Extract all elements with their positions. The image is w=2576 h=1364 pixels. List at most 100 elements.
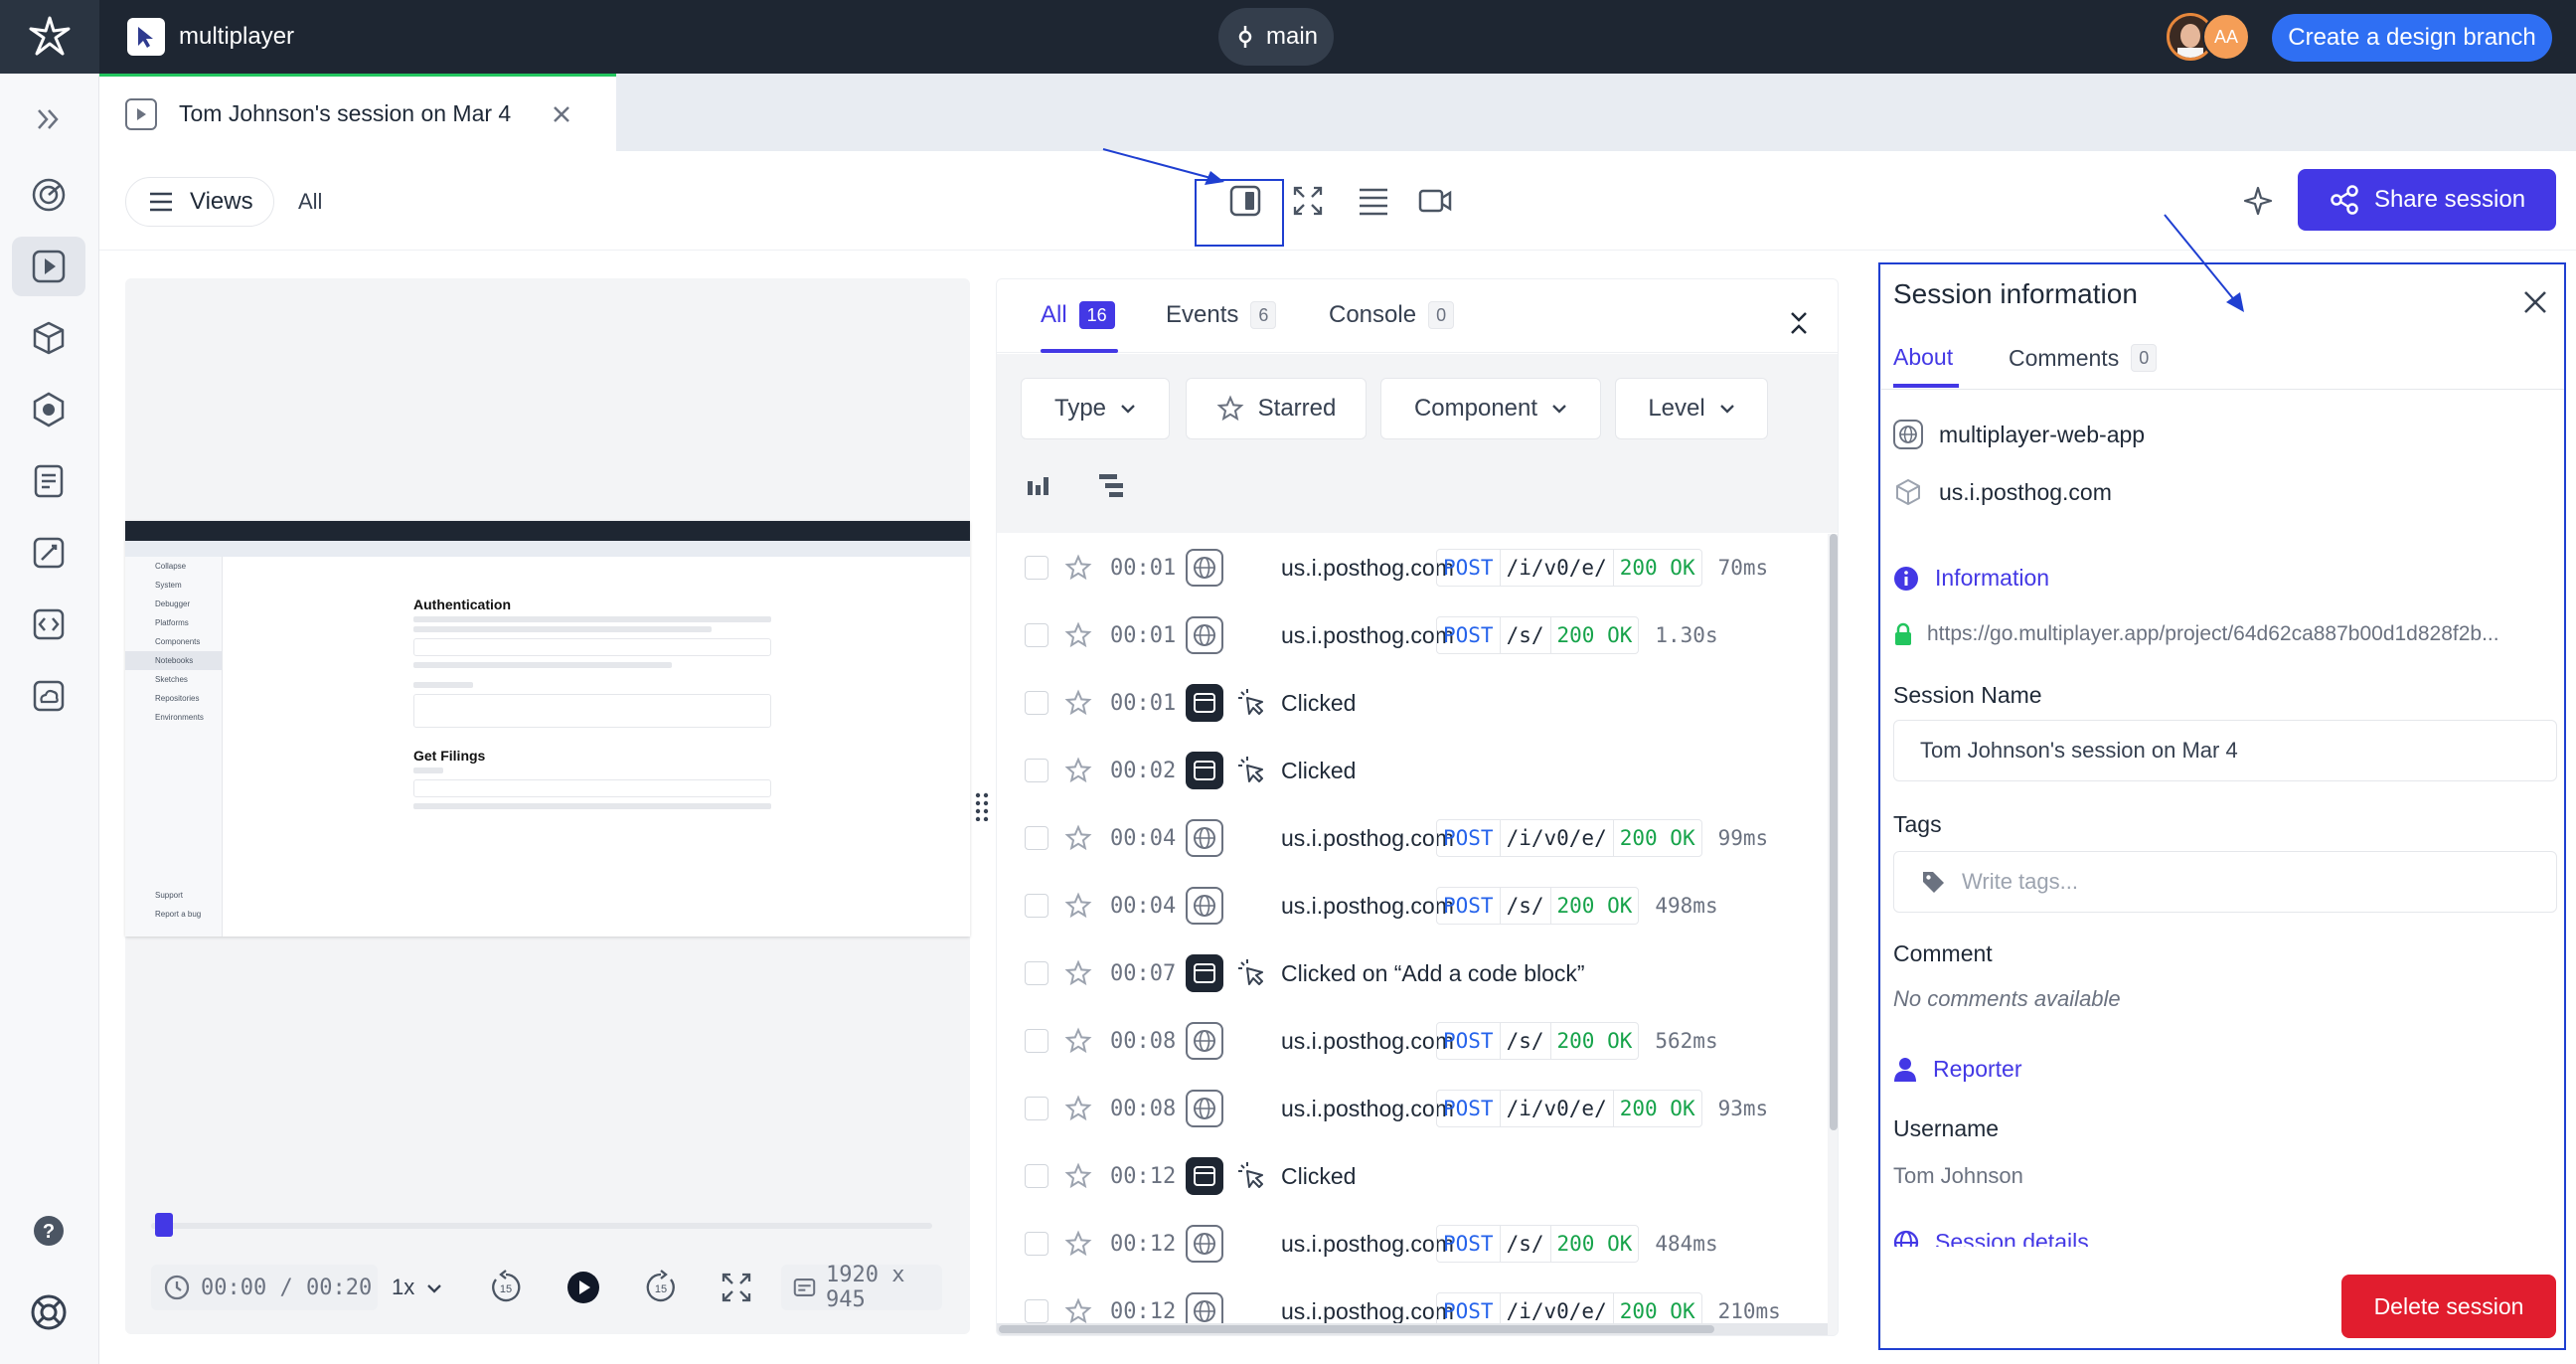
notebook-icon[interactable]	[12, 451, 85, 511]
list-layout-icon[interactable]	[1354, 181, 1393, 221]
tab-all[interactable]: All 16	[1041, 301, 1115, 329]
events-horizontal-scrollbar-thumb[interactable]	[999, 1325, 1714, 1333]
share-session-button[interactable]: Share session	[2298, 169, 2556, 231]
network-event-row[interactable]: 00:08 us.i.posthog.com POST/i/v0/e/200 OK 9…	[997, 1075, 1828, 1142]
event-time: 00:12	[1110, 1163, 1177, 1189]
cube-icon[interactable]	[12, 308, 85, 368]
fullscreen-icon[interactable]	[714, 1265, 759, 1310]
row-checkbox[interactable]	[1025, 691, 1048, 715]
row-checkbox[interactable]	[1025, 961, 1048, 985]
star-icon[interactable]	[1062, 1093, 1094, 1124]
branch-selector[interactable]: main	[1218, 8, 1334, 66]
network-event-row[interactable]: 00:08 us.i.posthog.com POST/s/200 OK 562ms	[997, 1007, 1828, 1075]
row-checkbox[interactable]	[1025, 826, 1048, 850]
scrubber-handle[interactable]	[155, 1213, 173, 1237]
row-checkbox[interactable]	[1025, 1299, 1048, 1323]
session-play-icon[interactable]	[12, 237, 85, 296]
event-time: 00:01	[1110, 690, 1177, 716]
help-icon[interactable]: ?	[12, 1201, 85, 1261]
star-icon[interactable]	[1062, 1160, 1094, 1192]
row-checkbox[interactable]	[1025, 556, 1048, 580]
chevrons-right-icon[interactable]	[12, 89, 85, 149]
count-badge: 16	[1078, 301, 1115, 329]
bar-chart-icon[interactable]	[1019, 465, 1058, 505]
row-checkbox[interactable]	[1025, 623, 1048, 647]
star-icon[interactable]	[1062, 822, 1094, 854]
click-event-row[interactable]: 00:12 Clicked	[997, 1142, 1828, 1210]
create-design-branch-button[interactable]: Create a design branch	[2272, 14, 2552, 62]
fullscreen-icon[interactable]	[1288, 181, 1328, 221]
playback-speed-select[interactable]: 1x	[392, 1275, 442, 1300]
starred-filter[interactable]: Starred	[1186, 378, 1367, 439]
tab-events[interactable]: Events 6	[1166, 301, 1277, 329]
support-lifebuoy-icon[interactable]	[12, 1282, 85, 1342]
dashboard-icon[interactable]	[12, 165, 85, 225]
chevron-down-icon	[1719, 405, 1734, 414]
tab-console[interactable]: Console 0	[1329, 301, 1455, 329]
svg-text:?: ?	[43, 1221, 55, 1243]
status-badge: 200 OK	[1549, 887, 1640, 925]
row-checkbox[interactable]	[1025, 1029, 1048, 1053]
http-method: POST	[1436, 549, 1501, 587]
star-icon[interactable]	[1062, 755, 1094, 786]
close-icon[interactable]	[551, 103, 572, 125]
session-recording-frame[interactable]: Collapse System Debugger Platforms Compo…	[125, 521, 970, 937]
event-time: 00:01	[1110, 622, 1177, 648]
network-event-row[interactable]: 00:12 us.i.posthog.com POST/s/200 OK 484ms	[997, 1210, 1828, 1278]
ai-sparkle-icon[interactable]	[2238, 181, 2278, 221]
rewind-15-icon[interactable]: 15	[483, 1265, 529, 1310]
request-duration: 99ms	[1717, 826, 1769, 850]
count-badge: 6	[1250, 301, 1277, 329]
tab-label: Events	[1166, 301, 1239, 328]
click-event-row[interactable]: 00:02 Clicked	[997, 737, 1828, 804]
network-event-row[interactable]: 00:01 us.i.posthog.com POST/s/200 OK 1.30s	[997, 601, 1828, 669]
event-time: 00:08	[1110, 1096, 1177, 1121]
all-view-link[interactable]: All	[298, 189, 322, 215]
network-event-row[interactable]: 00:01 us.i.posthog.com POST/i/v0/e/200 OK 7…	[997, 534, 1828, 601]
event-time: 00:07	[1110, 960, 1177, 986]
forward-15-icon[interactable]: 15	[638, 1265, 684, 1310]
click-event-row[interactable]: 00:01 Clicked	[997, 669, 1828, 737]
type-filter[interactable]: Type	[1021, 378, 1170, 439]
level-filter[interactable]: Level	[1615, 378, 1768, 439]
event-label: us.i.posthog.com	[1281, 554, 1454, 581]
play-icon[interactable]	[561, 1265, 606, 1310]
request-duration: 484ms	[1655, 1232, 1718, 1256]
panel-resize-handle[interactable]	[974, 791, 990, 822]
network-event-row[interactable]: 00:04 us.i.posthog.com POST/s/200 OK 498ms	[997, 872, 1828, 939]
collapse-icon[interactable]	[1788, 309, 1810, 342]
star-icon[interactable]	[1062, 957, 1094, 989]
tree-view-icon[interactable]	[1092, 465, 1132, 505]
video-icon[interactable]	[1415, 181, 1455, 221]
component-filter[interactable]: Component	[1380, 378, 1601, 439]
sketch-icon[interactable]	[12, 523, 85, 583]
star-icon[interactable]	[1062, 1025, 1094, 1057]
count-badge: 0	[1428, 301, 1455, 329]
views-button[interactable]: Views	[125, 177, 274, 227]
star-icon[interactable]	[1062, 552, 1094, 584]
network-event-row[interactable]: 00:04 us.i.posthog.com POST/i/v0/e/200 OK 9…	[997, 804, 1828, 872]
playback-scrubber[interactable]	[151, 1223, 932, 1229]
click-event-row[interactable]: 00:07 Clicked on “Add a code block”	[997, 939, 1828, 1007]
request-path: /i/v0/e/	[1500, 549, 1613, 587]
cloud-icon[interactable]	[12, 666, 85, 726]
status-badge: 200 OK	[1612, 819, 1702, 857]
events-scrollbar-thumb[interactable]	[1830, 534, 1838, 1130]
star-icon[interactable]	[1062, 1228, 1094, 1260]
avatar[interactable]: AA	[2202, 13, 2250, 61]
session-tab[interactable]: Tom Johnson's session on Mar 4	[99, 74, 616, 151]
star-icon[interactable]	[1062, 890, 1094, 922]
row-checkbox[interactable]	[1025, 1164, 1048, 1188]
logo-icon[interactable]	[0, 0, 99, 74]
row-checkbox[interactable]	[1025, 759, 1048, 782]
row-checkbox[interactable]	[1025, 1232, 1048, 1256]
star-icon[interactable]	[1062, 687, 1094, 719]
app-switcher[interactable]: multiplayer	[127, 18, 294, 56]
code-icon[interactable]	[12, 595, 85, 654]
status-badge: 200 OK	[1549, 1225, 1640, 1263]
collaborator-avatars[interactable]: AA	[2167, 13, 2256, 61]
row-checkbox[interactable]	[1025, 1097, 1048, 1120]
row-checkbox[interactable]	[1025, 894, 1048, 918]
platform-icon[interactable]	[12, 380, 85, 439]
star-icon[interactable]	[1062, 619, 1094, 651]
